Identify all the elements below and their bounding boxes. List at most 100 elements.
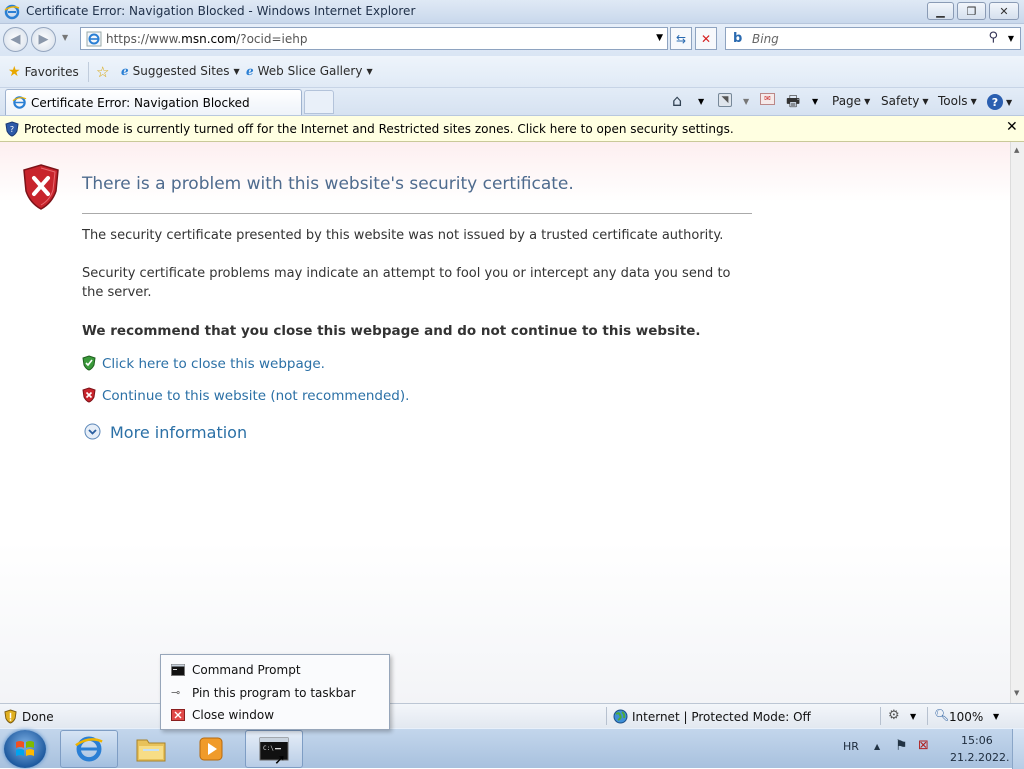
network-icon[interactable]: ⊠: [918, 738, 929, 753]
ie-page-icon: ℯ: [246, 64, 254, 78]
pin-icon: ⊸: [171, 686, 181, 699]
close-window-icon: [171, 709, 185, 721]
chevron-down-icon: ▼: [864, 96, 871, 106]
page-menu[interactable]: Page ▼: [832, 94, 870, 108]
jumplist-command-prompt[interactable]: Command Prompt: [161, 659, 389, 681]
taskbar-ie-button[interactable]: [60, 730, 118, 768]
recommendation-text: We recommend that you close this webpage…: [82, 323, 701, 339]
folder-icon: [136, 739, 166, 762]
favorites-bar: ★ Favorites ☆ ℯ Suggested Sites ▼ ℯ Web …: [0, 56, 1024, 88]
tab-title: Certificate Error: Navigation Blocked: [31, 96, 250, 110]
page-content: There is a problem with this website's s…: [0, 142, 1010, 703]
chevron-down-icon: ▼: [922, 96, 929, 106]
bing-icon: b: [733, 31, 743, 46]
ie-icon: [75, 736, 103, 762]
language-indicator[interactable]: HR: [843, 740, 859, 753]
jumplist-pin-program[interactable]: ⊸ Pin this program to taskbar: [161, 682, 389, 704]
chevron-down-icon: ▼: [1006, 97, 1013, 107]
info-bar[interactable]: ? Protected mode is currently turned off…: [0, 116, 1024, 142]
help-menu[interactable]: ? ▼: [987, 94, 1012, 110]
warning-text: Security certificate problems may indica…: [82, 266, 731, 300]
compatibility-view-button[interactable]: ⇆: [670, 27, 692, 50]
stop-button[interactable]: ✕: [695, 27, 717, 50]
back-button[interactable]: ◀: [3, 27, 28, 52]
svg-text:C:\: C:\: [263, 745, 274, 752]
feeds-icon[interactable]: ◥: [718, 93, 732, 107]
close-icon[interactable]: ✕: [1006, 119, 1018, 135]
separator: [927, 707, 928, 725]
warning-shield-icon: [4, 709, 17, 724]
more-information-link[interactable]: More information: [110, 423, 247, 442]
window-title: Certificate Error: Navigation Blocked - …: [26, 4, 416, 18]
chevron-down-icon: ▼: [970, 96, 977, 106]
divider: [82, 213, 752, 214]
help-icon: ?: [987, 94, 1003, 110]
search-options-icon[interactable]: ▼: [1008, 34, 1014, 43]
svg-text:?: ?: [10, 125, 14, 134]
chevron-down-icon: ▼: [233, 66, 240, 76]
clock-time[interactable]: 15:06: [961, 734, 993, 747]
read-mail-icon[interactable]: ✉: [760, 93, 775, 105]
chevron-down-icon[interactable]: ▼: [812, 97, 818, 106]
separator: [606, 707, 607, 725]
web-slice-gallery-button[interactable]: ℯ Web Slice Gallery ▼: [246, 64, 373, 78]
chevron-down-icon[interactable]: ▼: [743, 97, 749, 106]
new-tab-button[interactable]: [304, 90, 334, 114]
favorites-button[interactable]: ★ Favorites: [8, 64, 79, 80]
scroll-up-icon[interactable]: ▲: [1014, 146, 1019, 154]
chevron-down-icon[interactable]: ▼: [993, 712, 999, 721]
separator: [880, 707, 881, 725]
tools-menu[interactable]: Tools ▼: [938, 94, 977, 108]
green-shield-icon: [82, 355, 96, 371]
windows-logo-icon: [16, 741, 34, 756]
safety-menu[interactable]: Safety ▼: [881, 94, 929, 108]
forward-button[interactable]: ▶: [31, 27, 56, 52]
info-bar-message: Protected mode is currently turned off f…: [24, 122, 734, 136]
vertical-scrollbar[interactable]: ▲ ▼: [1010, 142, 1024, 703]
clock-date[interactable]: 21.2.2022.: [950, 751, 1009, 764]
home-icon[interactable]: ⌂: [672, 91, 682, 110]
ie-page-icon: [86, 31, 102, 47]
protected-mode-icon[interactable]: ⚙: [888, 708, 900, 723]
start-button[interactable]: [4, 730, 46, 768]
add-to-favorites-icon[interactable]: ☆: [96, 63, 109, 81]
taskbar-media-player-button[interactable]: [182, 730, 240, 768]
address-dropdown-icon[interactable]: ▼: [656, 33, 663, 43]
error-heading: There is a problem with this website's s…: [82, 174, 574, 194]
chevron-down-icon[interactable]: ▼: [910, 712, 916, 721]
ie-page-icon: ℯ: [121, 64, 129, 78]
address-bar[interactable]: https://www.msn.com/?ocid=iehp ▼: [80, 27, 668, 50]
continue-website-link[interactable]: Continue to this website (not recommende…: [102, 388, 409, 404]
zoom-level[interactable]: 100%: [949, 710, 983, 724]
minimize-button[interactable]: ▁: [927, 2, 954, 20]
scroll-down-icon[interactable]: ▼: [1014, 689, 1019, 697]
command-prompt-icon: [171, 664, 185, 676]
separator: [88, 62, 89, 82]
address-row: ◀ ▶ ▼ https://www.msn.com/?ocid=iehp ▼ ⇆…: [0, 24, 1024, 56]
search-placeholder: Bing: [752, 32, 779, 46]
explanation-text: The security certificate presented by th…: [82, 228, 724, 243]
status-bar: Done Internet | Protected Mode: Off ⚙ ▼ …: [0, 703, 1024, 728]
globe-icon: [613, 709, 628, 724]
recent-pages-arrow-icon[interactable]: ▼: [62, 33, 68, 42]
search-box[interactable]: b Bing ⚲ ▼: [725, 27, 1021, 50]
security-zone[interactable]: Internet | Protected Mode: Off: [632, 710, 811, 724]
zoom-icon: 🔍︎: [934, 708, 950, 722]
close-button[interactable]: ✕: [989, 2, 1019, 20]
expand-icon[interactable]: [84, 423, 101, 440]
ie-icon: [12, 96, 27, 109]
close-webpage-link[interactable]: Click here to close this webpage.: [102, 356, 325, 372]
show-desktop-button[interactable]: [1012, 729, 1024, 769]
error-shield-icon: [23, 164, 59, 210]
action-center-icon[interactable]: ⚑: [895, 738, 908, 754]
jumplist-close-window[interactable]: Close window: [161, 704, 389, 726]
show-hidden-icons[interactable]: ▲: [874, 742, 880, 751]
search-icon[interactable]: ⚲: [988, 30, 998, 45]
print-icon[interactable]: 🖶: [786, 91, 800, 116]
maximize-button[interactable]: ❐: [957, 2, 986, 20]
mouse-cursor-icon: ➚: [274, 752, 286, 768]
tab-current[interactable]: Certificate Error: Navigation Blocked: [5, 89, 302, 115]
chevron-down-icon[interactable]: ▼: [698, 97, 704, 106]
taskbar-explorer-button[interactable]: [122, 730, 180, 768]
suggested-sites-button[interactable]: ℯ Suggested Sites ▼: [121, 64, 240, 78]
